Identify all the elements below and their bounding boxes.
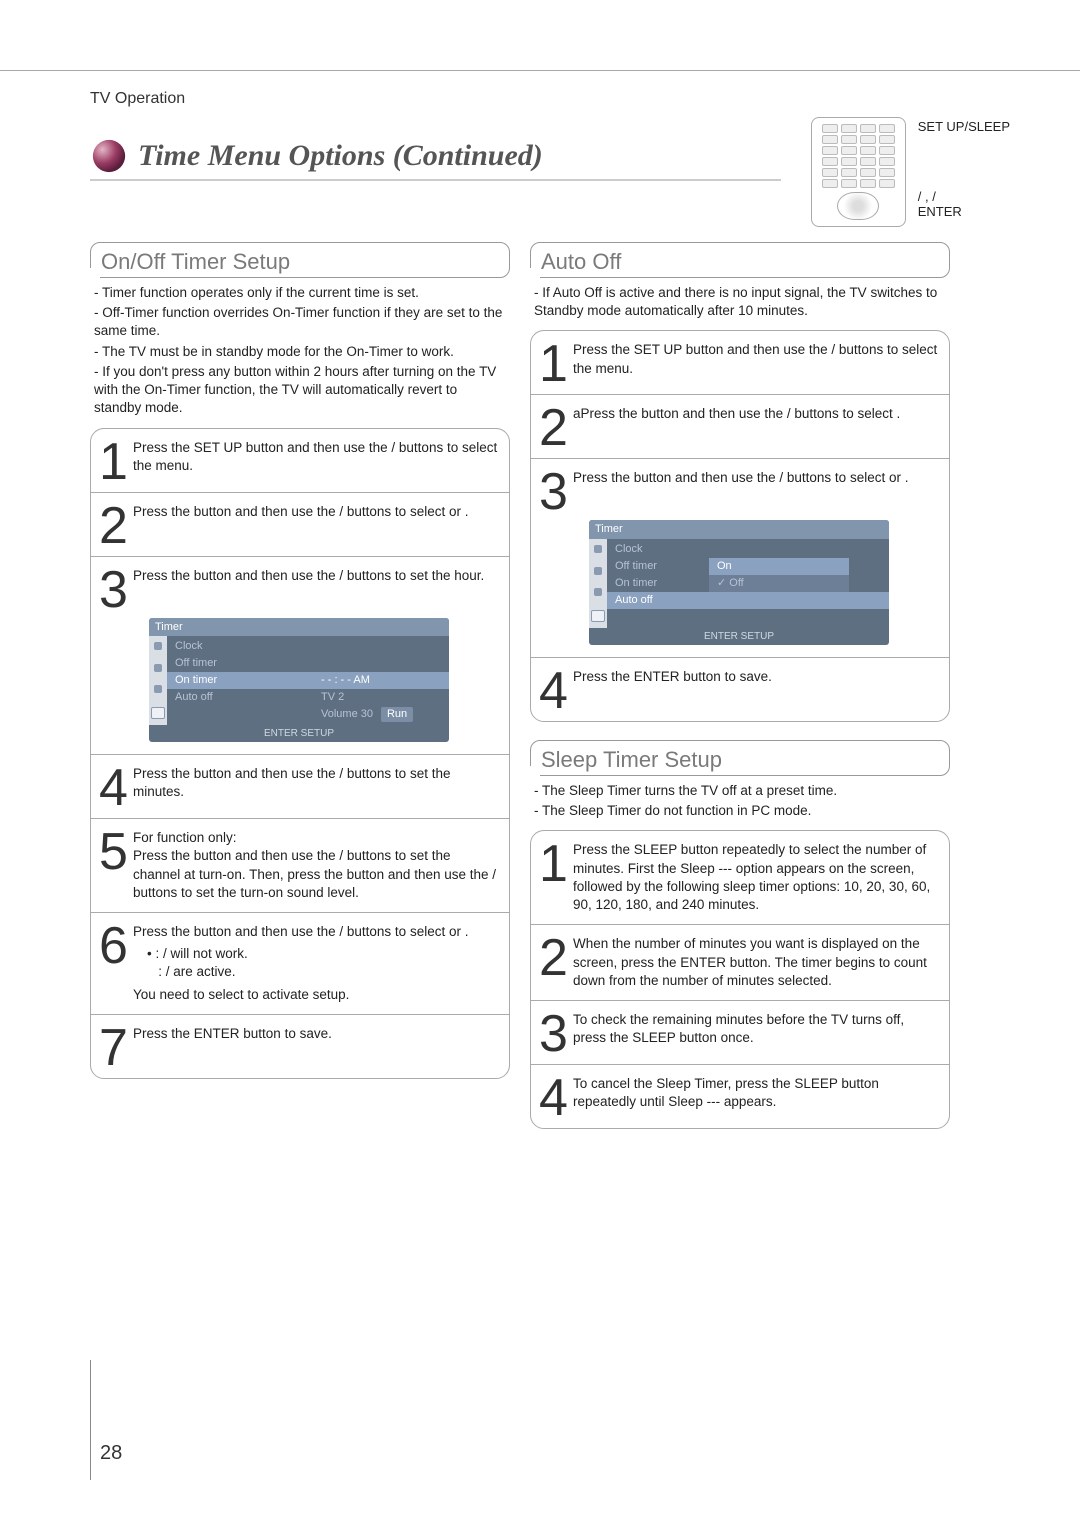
autooff-steps: 1Press the SET UP button and then use th… bbox=[530, 330, 950, 722]
onoff-step-1: Press the SET UP button and then use the… bbox=[133, 439, 499, 482]
autooff-step-4: Press the ENTER button to save. bbox=[573, 668, 939, 711]
onoff-step-4: Press the button and then use the / butt… bbox=[133, 765, 499, 808]
sleep-intro-list: The Sleep Timer turns the TV off at a pr… bbox=[534, 782, 946, 820]
remote-label-enter: ENTER bbox=[918, 204, 1010, 219]
list-item: Timer function operates only if the curr… bbox=[94, 284, 506, 302]
title-bullet-icon bbox=[90, 137, 128, 175]
onoff-steps: 1Press the SET UP button and then use th… bbox=[90, 428, 510, 1079]
autooff-heading: Auto Off bbox=[530, 242, 950, 278]
sleep-step-3: To check the remaining minutes before th… bbox=[573, 1011, 939, 1054]
dpad-icon bbox=[837, 192, 879, 220]
sleep-step-2: When the number of minutes you want is d… bbox=[573, 935, 939, 990]
sleep-step-1: Press the SLEEP button repeatedly to sel… bbox=[573, 841, 939, 914]
pc-icon bbox=[591, 610, 605, 622]
remote-label-arrows: / , / bbox=[918, 189, 1010, 204]
osd-screenshot-autooff: Timer Clock Off timer On t bbox=[589, 520, 889, 645]
pc-icon bbox=[151, 707, 165, 719]
left-column: On/Off Timer Setup Timer function operat… bbox=[90, 242, 510, 1129]
onoff-step-6: Press the button and then use the / butt… bbox=[133, 923, 499, 1004]
section-breadcrumb: TV Operation bbox=[90, 90, 1010, 108]
list-item: The TV must be in standby mode for the O… bbox=[94, 343, 506, 361]
onoff-step-7: Press the ENTER button to save. bbox=[133, 1025, 499, 1068]
remote-diagram: SET UP/SLEEP / , / ENTER bbox=[811, 117, 1010, 227]
autooff-step-2: aPress the button and then use the / but… bbox=[573, 405, 939, 448]
onoff-heading: On/Off Timer Setup bbox=[90, 242, 510, 278]
onoff-intro-list: Timer function operates only if the curr… bbox=[94, 284, 506, 418]
onoff-step-2: Press the button and then use the / butt… bbox=[133, 503, 499, 546]
autooff-step-1: Press the SET UP button and then use the… bbox=[573, 341, 939, 384]
manual-page: TV Operation Time Menu Options (Continue… bbox=[0, 0, 1080, 1525]
list-item: The Sleep Timer turns the TV off at a pr… bbox=[534, 782, 946, 800]
list-item: If Auto Off is active and there is no in… bbox=[534, 284, 946, 320]
autooff-intro-list: If Auto Off is active and there is no in… bbox=[534, 284, 946, 320]
page-number: 28 bbox=[100, 1442, 122, 1465]
list-item: The Sleep Timer do not function in PC mo… bbox=[534, 802, 946, 820]
list-item: If you don't press any button within 2 h… bbox=[94, 363, 506, 418]
osd-screenshot-ontimer: Timer Clock Off timer On t bbox=[149, 618, 449, 743]
footer-rule bbox=[90, 1360, 91, 1480]
remote-outline bbox=[811, 117, 906, 227]
autooff-step-3: Press the button and then use the / butt… bbox=[573, 469, 939, 512]
list-item: Off-Timer function overrides On-Timer fu… bbox=[94, 304, 506, 340]
sleep-step-4: To cancel the Sleep Timer, press the SLE… bbox=[573, 1075, 939, 1118]
remote-label-setup: SET UP/SLEEP bbox=[918, 119, 1010, 134]
page-title: Time Menu Options (Continued) bbox=[138, 139, 543, 173]
sleep-heading: Sleep Timer Setup bbox=[530, 740, 950, 776]
sleep-steps: 1Press the SLEEP button repeatedly to se… bbox=[530, 830, 950, 1129]
onoff-step-5: For function only: Press the button and … bbox=[133, 829, 499, 902]
onoff-step-3: Press the button and then use the / butt… bbox=[133, 567, 499, 610]
top-divider bbox=[0, 70, 1080, 71]
right-column: Auto Off If Auto Off is active and there… bbox=[530, 242, 950, 1129]
page-title-row: Time Menu Options (Continued) bbox=[90, 137, 781, 181]
